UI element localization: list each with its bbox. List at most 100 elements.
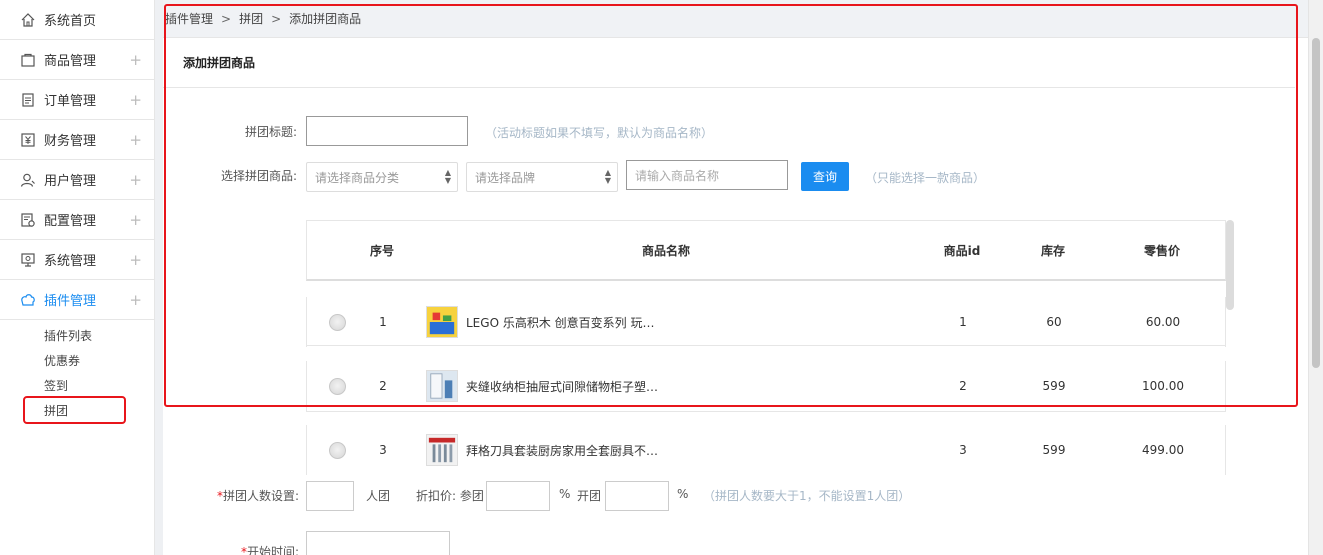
col-header-stock: 库存 bbox=[1040, 243, 1065, 258]
sidebar-item-users[interactable]: 用户管理 + bbox=[0, 160, 154, 200]
row-product-id: 1 bbox=[959, 315, 967, 329]
sidebar-item-label: 商品管理 bbox=[44, 54, 97, 69]
col-header-name: 商品名称 bbox=[641, 243, 690, 258]
submenu-item-checkin[interactable]: 签到 bbox=[0, 374, 154, 399]
select-arrows-icon: ▲ ▼ bbox=[444, 168, 451, 185]
plugin-icon bbox=[20, 292, 36, 308]
row-radio[interactable] bbox=[329, 377, 346, 395]
sidebar-item-label: 配置管理 bbox=[44, 214, 97, 229]
goods-hint: （只能选择一款商品） bbox=[865, 171, 986, 185]
title-input[interactable] bbox=[306, 116, 468, 146]
breadcrumb-item[interactable]: 插件管理 bbox=[165, 10, 213, 27]
expand-plus-icon[interactable]: + bbox=[129, 131, 142, 149]
sidebar-item-system[interactable]: 系统管理 + bbox=[0, 240, 154, 280]
goods-table: 序号 商品名称 商品id 库存 零售价 1 LEGO 乐高积木 创意百变系列 玩… bbox=[306, 220, 1226, 475]
finance-icon bbox=[20, 132, 36, 148]
table-scrollbar[interactable] bbox=[1226, 220, 1234, 310]
people-count-input[interactable] bbox=[306, 481, 354, 511]
page-scrollbar[interactable] bbox=[1308, 0, 1323, 555]
expand-plus-icon[interactable]: + bbox=[129, 171, 142, 189]
lego-thumb bbox=[426, 306, 458, 338]
content-gutter bbox=[155, 0, 163, 555]
start-label: *开始时间: bbox=[203, 543, 299, 555]
title-label: 拼团标题: bbox=[244, 125, 297, 139]
sidebar-item-config[interactable]: 配置管理 + bbox=[0, 200, 154, 240]
home-icon bbox=[20, 12, 36, 28]
people-label: *拼团人数设置: bbox=[193, 487, 299, 504]
goods-name-input[interactable]: 请输入商品名称 bbox=[626, 160, 788, 190]
sidebar-item-orders[interactable]: 订单管理 + bbox=[0, 80, 154, 120]
row-radio[interactable] bbox=[329, 441, 346, 459]
breadcrumb-separator: > bbox=[221, 11, 232, 26]
row-stock: 60 bbox=[1046, 315, 1062, 329]
row-product-name: 夹缝收纳柜抽屉式间隙储物柜子塑… bbox=[466, 379, 659, 394]
join-discount-input[interactable] bbox=[486, 481, 550, 511]
row-no: 3 bbox=[379, 443, 387, 457]
sidebar-item-label: 插件管理 bbox=[44, 294, 97, 309]
row-divider bbox=[306, 411, 1226, 412]
monitor-icon bbox=[20, 252, 36, 268]
col-header-no: 序号 bbox=[369, 243, 394, 258]
open-label: 开团 bbox=[577, 489, 602, 503]
row-product-name: 拜格刀具套装厨房家用全套厨具不… bbox=[466, 443, 659, 458]
sidebar-item-label: 订单管理 bbox=[44, 94, 97, 109]
sidebar-item-plugins[interactable]: 插件管理 + bbox=[0, 280, 154, 320]
row-stock: 599 bbox=[1042, 379, 1066, 393]
people-label-text: 拼团人数设置: bbox=[222, 489, 299, 503]
submenu-item-coupons[interactable]: 优惠券 bbox=[0, 349, 154, 374]
breadcrumb-separator: > bbox=[271, 11, 282, 26]
cabinet-thumb bbox=[426, 370, 458, 402]
user-icon bbox=[20, 172, 36, 188]
table-row[interactable]: 2 夹缝收纳柜抽屉式间隙储物柜子塑… 2 599 100.00 bbox=[306, 361, 1226, 411]
title-hint: （活动标题如果不填写，默认为商品名称） bbox=[485, 126, 714, 140]
sidebar-item-finance[interactable]: 财务管理 + bbox=[0, 120, 154, 160]
people-hint: （拼团人数要大于1，不能设置1人团） bbox=[703, 489, 911, 503]
col-header-price: 零售价 bbox=[1143, 243, 1180, 258]
row-product-id: 2 bbox=[959, 379, 967, 393]
breadcrumb-item[interactable]: 拼团 bbox=[239, 10, 263, 27]
expand-plus-icon[interactable]: + bbox=[129, 51, 142, 69]
category-select-placeholder: 请选择商品分类 bbox=[315, 170, 400, 185]
percent-sign: % bbox=[559, 487, 571, 501]
row-product-name: LEGO 乐高积木 创意百变系列 玩… bbox=[466, 315, 655, 330]
discount-label: 折扣价: 参团 bbox=[416, 489, 484, 503]
table-row[interactable]: 3 拜格刀具套装厨房家用全套厨具不… 3 599 499.00 bbox=[306, 425, 1226, 475]
category-select[interactable]: 请选择商品分类 ▲ ▼ bbox=[306, 162, 458, 192]
goods-label: 选择拼团商品: bbox=[220, 169, 297, 183]
row-price: 499.00 bbox=[1142, 443, 1184, 457]
sidebar-item-goods[interactable]: 商品管理 + bbox=[0, 40, 154, 80]
sidebar-item-label: 财务管理 bbox=[44, 134, 97, 149]
expand-plus-icon[interactable]: + bbox=[129, 251, 142, 269]
people-unit: 人团 bbox=[366, 489, 391, 503]
breadcrumb: 插件管理 > 拼团 > 添加拼团商品 bbox=[163, 0, 1308, 38]
expand-plus-icon[interactable]: + bbox=[129, 211, 142, 229]
row-product-id: 3 bbox=[959, 443, 967, 457]
table-header: 序号 商品名称 商品id 库存 零售价 bbox=[306, 220, 1226, 281]
breadcrumb-item-current: 添加拼团商品 bbox=[289, 12, 362, 26]
main-content: 插件管理 > 拼团 > 添加拼团商品 添加拼团商品 拼团标题: （活动标题如果不… bbox=[163, 0, 1308, 555]
brand-select[interactable]: 请选择品牌 ▲ ▼ bbox=[466, 162, 618, 192]
start-time-input[interactable] bbox=[306, 531, 450, 555]
percent-sign: % bbox=[677, 487, 689, 501]
config-icon bbox=[20, 212, 36, 228]
row-radio[interactable] bbox=[329, 313, 346, 331]
sidebar: 系统首页 商品管理 + 订单管理 + 财务管理 + 用户管理 + 配置管理 + … bbox=[0, 0, 155, 555]
submenu-item-plugin-list[interactable]: 插件列表 bbox=[0, 324, 154, 349]
start-label-text: 开始时间: bbox=[246, 545, 299, 555]
col-header-id: 商品id bbox=[943, 243, 981, 258]
sidebar-item-home[interactable]: 系统首页 bbox=[0, 0, 154, 40]
row-divider bbox=[306, 345, 1226, 346]
table-row[interactable]: 1 LEGO 乐高积木 创意百变系列 玩… 1 60 60.00 bbox=[306, 297, 1226, 347]
submenu-item-group-buy[interactable]: 拼团 bbox=[0, 399, 154, 424]
page-scrollbar-thumb[interactable] bbox=[1312, 38, 1320, 368]
row-no: 1 bbox=[379, 315, 387, 329]
plugin-submenu: 插件列表 优惠券 签到 拼团 bbox=[0, 320, 154, 424]
row-stock: 599 bbox=[1042, 443, 1066, 457]
sidebar-item-label: 系统首页 bbox=[44, 14, 97, 29]
open-discount-input[interactable] bbox=[605, 481, 669, 511]
query-button[interactable]: 查询 bbox=[801, 162, 849, 191]
sidebar-item-label: 系统管理 bbox=[44, 254, 97, 269]
expand-plus-icon[interactable]: + bbox=[129, 291, 142, 309]
order-icon bbox=[20, 92, 36, 108]
expand-plus-icon[interactable]: + bbox=[129, 91, 142, 109]
